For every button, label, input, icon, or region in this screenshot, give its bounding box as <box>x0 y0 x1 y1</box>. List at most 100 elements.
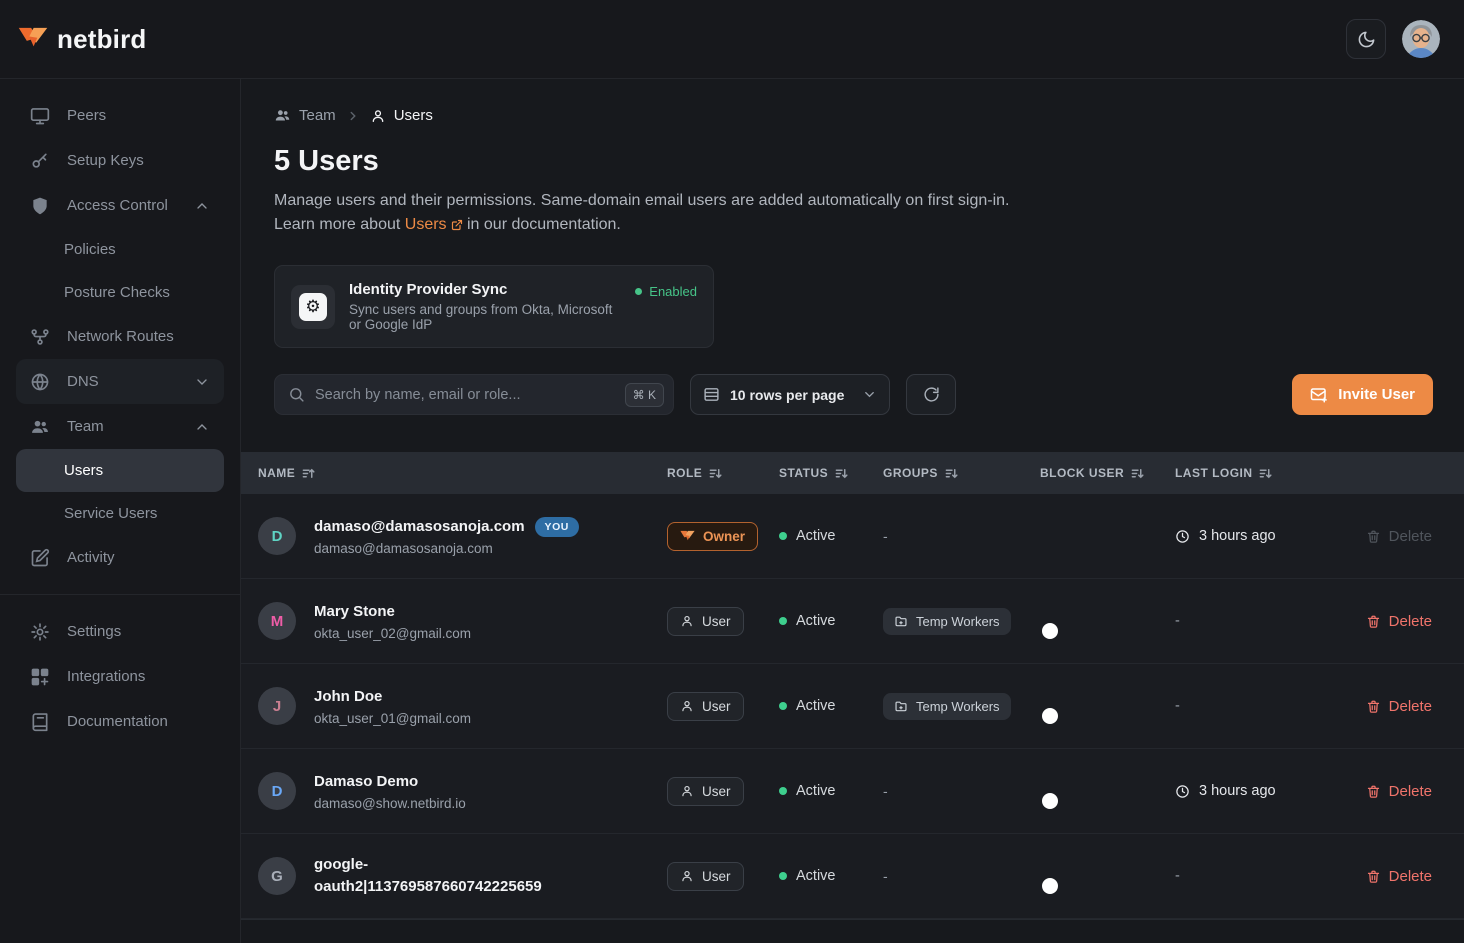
sidebar-item-posture-checks[interactable]: Posture Checks <box>16 271 224 314</box>
globe-icon <box>30 372 50 392</box>
delete-button[interactable]: Delete <box>1366 698 1432 715</box>
sidebar-item-setup-keys[interactable]: Setup Keys <box>16 138 224 183</box>
user-icon <box>680 614 694 628</box>
user-avatar-photo[interactable] <box>1402 20 1440 58</box>
idp-status-badge: Enabled <box>635 284 697 299</box>
column-header-role[interactable]: ROLE <box>667 466 779 480</box>
user-name: Damaso Demo <box>314 771 418 793</box>
network-routes-icon <box>30 327 50 347</box>
invite-user-label: Invite User <box>1338 386 1415 403</box>
rows-per-page-select[interactable]: 10 rows per page <box>690 374 890 415</box>
learn-more-suffix: in our documentation. <box>467 216 621 233</box>
clock-icon <box>1175 784 1190 799</box>
chevron-down-icon <box>194 374 210 390</box>
invite-user-button[interactable]: Invite User <box>1292 374 1433 415</box>
sidebar-item-peers[interactable]: Peers <box>16 93 224 138</box>
delete-label: Delete <box>1389 528 1432 545</box>
last-login-cell: - <box>1175 868 1335 884</box>
sort-desc-icon <box>835 467 848 480</box>
role-label: User <box>702 614 731 629</box>
user-name: damaso@damasosanoja.com <box>314 516 525 538</box>
status-label: Active <box>796 528 836 544</box>
netbird-bird-icon <box>680 530 695 543</box>
delete-button: Delete <box>1366 528 1432 545</box>
column-label: STATUS <box>779 466 828 480</box>
netbird-logo: netbird <box>18 24 147 55</box>
delete-button[interactable]: Delete <box>1366 783 1432 800</box>
delete-button[interactable]: Delete <box>1366 613 1432 630</box>
sidebar-item-integrations[interactable]: Integrations <box>16 654 224 699</box>
status-dot-icon <box>779 872 787 880</box>
sidebar-item-dns[interactable]: DNS <box>16 359 224 404</box>
role-badge-user: User <box>667 862 744 891</box>
sidebar-item-documentation[interactable]: Documentation <box>16 699 224 744</box>
column-label: ROLE <box>667 466 702 480</box>
avatar: D <box>258 517 296 555</box>
chevron-right-icon <box>346 109 360 123</box>
sidebar-item-policies[interactable]: Policies <box>16 228 224 271</box>
sidebar-label: Setup Keys <box>67 152 144 169</box>
you-badge: YOU <box>535 517 579 537</box>
description-text: Manage users and their permissions. Same… <box>274 192 1009 209</box>
column-header-last-login[interactable]: LAST LOGIN <box>1175 466 1335 480</box>
idp-status-label: Enabled <box>649 284 697 299</box>
status-label: Active <box>796 868 836 884</box>
column-label: BLOCK USER <box>1040 466 1124 480</box>
user-name: google-oauth2|113769587660742225659 <box>314 854 586 898</box>
sidebar-item-service-users[interactable]: Service Users <box>16 492 224 535</box>
theme-toggle-button[interactable] <box>1346 19 1386 59</box>
sidebar-label: Team <box>67 418 104 435</box>
column-header-block-user[interactable]: BLOCK USER <box>1040 466 1175 480</box>
role-label: Owner <box>703 529 745 544</box>
shield-icon <box>30 196 50 216</box>
sidebar-label: Policies <box>64 241 116 258</box>
idp-card-subtitle: Sync users and groups from Okta, Microso… <box>349 302 621 332</box>
sort-desc-icon <box>1131 467 1144 480</box>
status-cell: Active <box>779 783 883 799</box>
search-input[interactable] <box>315 387 615 403</box>
folder-plus-icon <box>894 699 908 713</box>
chevron-down-icon <box>862 387 877 402</box>
delete-button[interactable]: Delete <box>1366 868 1432 885</box>
sidebar-item-access-control[interactable]: Access Control <box>16 183 224 228</box>
sidebar-item-settings[interactable]: Settings <box>16 609 224 654</box>
role-badge-owner: Owner <box>667 522 758 551</box>
idp-sync-card[interactable]: ⚙ Identity Provider Sync Sync users and … <box>274 265 714 348</box>
status-label: Active <box>796 698 836 714</box>
column-header-status[interactable]: STATUS <box>779 466 883 480</box>
team-icon <box>30 417 50 437</box>
user-email: damaso@show.netbird.io <box>314 796 466 811</box>
role-badge-user: User <box>667 607 744 636</box>
idp-card-title: Identity Provider Sync <box>349 281 621 298</box>
sidebar-label: Documentation <box>67 713 168 730</box>
toolbar: ⌘ K 10 rows per page <box>274 374 1433 415</box>
sidebar-item-network-routes[interactable]: Network Routes <box>16 314 224 359</box>
sidebar-label: DNS <box>67 373 99 390</box>
column-header-groups[interactable]: GROUPS <box>883 466 1040 480</box>
group-badge[interactable]: Temp Workers <box>883 608 1011 635</box>
sidebar-item-team[interactable]: Team <box>16 404 224 449</box>
refresh-button[interactable] <box>906 374 956 415</box>
monitor-icon <box>30 106 50 126</box>
role-label: User <box>702 869 731 884</box>
column-header-name[interactable]: NAME <box>258 466 667 480</box>
sort-desc-icon <box>945 467 958 480</box>
user-email: damaso@damasosanoja.com <box>314 541 579 556</box>
users-doc-link[interactable]: Users <box>405 213 463 237</box>
groups-cell: - <box>883 528 1040 544</box>
status-label: Active <box>796 783 836 799</box>
group-badge[interactable]: Temp Workers <box>883 693 1011 720</box>
breadcrumb-team[interactable]: Team <box>274 107 336 124</box>
user-icon <box>680 784 694 798</box>
breadcrumb-users[interactable]: Users <box>370 107 433 124</box>
sidebar: Peers Setup Keys Access Control Policies… <box>0 79 241 943</box>
rows-icon <box>703 386 720 403</box>
groups-cell: - <box>883 783 1040 799</box>
last-login-cell: - <box>1175 698 1335 714</box>
sidebar-item-users[interactable]: Users <box>16 449 224 492</box>
user-name: Mary Stone <box>314 601 395 623</box>
sidebar-divider <box>0 594 240 595</box>
role-badge-user: User <box>667 777 744 806</box>
sidebar-item-activity[interactable]: Activity <box>16 535 224 580</box>
status-dot-icon <box>635 288 642 295</box>
